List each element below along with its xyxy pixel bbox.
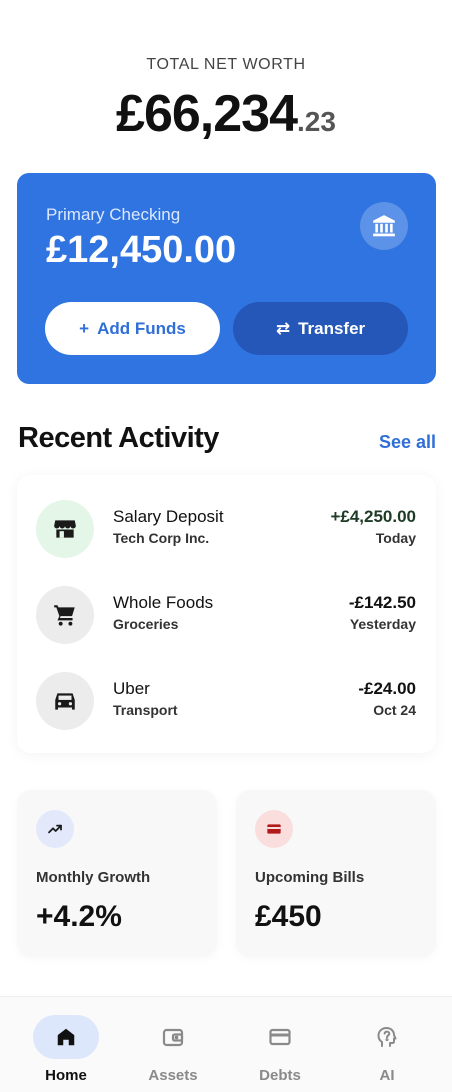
net-worth-fraction: .23 — [297, 106, 336, 137]
transfer-arrows-icon: ⇄ — [275, 318, 291, 338]
nav-item-assets[interactable]: Assets — [123, 1015, 223, 1085]
add-funds-label: Add Funds — [97, 318, 186, 338]
transaction-amount: -£24.00 — [358, 679, 416, 698]
transaction-category: Transport — [113, 702, 178, 718]
recent-activity-header: Recent Activity See all — [18, 420, 436, 460]
transfer-button[interactable]: ⇄ Transfer — [233, 302, 408, 355]
see-all-link[interactable]: See all — [379, 432, 436, 453]
cart-icon — [36, 586, 94, 644]
transaction-name: Salary Deposit — [113, 507, 224, 526]
list-item[interactable]: Whole Foods Groceries -£142.50 Yesterday — [17, 584, 436, 644]
plus-icon: + — [79, 318, 90, 338]
transaction-amount: -£142.50 — [348, 593, 416, 612]
list-item[interactable]: Salary Deposit Tech Corp Inc. +£4,250.00… — [17, 498, 436, 558]
transaction-name: Uber — [113, 679, 150, 698]
brain-icon — [354, 1015, 420, 1059]
credit-card-icon — [247, 1015, 313, 1059]
nav-label-debts: Debts — [259, 1067, 301, 1084]
transaction-category: Tech Corp Inc. — [113, 530, 210, 546]
car-icon — [36, 672, 94, 730]
transfer-label: Transfer — [298, 318, 366, 338]
add-funds-button[interactable]: + Add Funds — [45, 302, 220, 355]
store-icon — [36, 500, 94, 558]
primary-checking-card[interactable]: Primary Checking £12,450.00 + Add Funds … — [17, 173, 436, 384]
recent-activity-list: Salary Deposit Tech Corp Inc. +£4,250.00… — [17, 475, 436, 753]
net-worth-whole: £66,234 — [116, 85, 298, 143]
upcoming-bills-card[interactable]: Upcoming Bills £450 — [236, 790, 436, 957]
net-worth-label: TOTAL NET WORTH — [146, 56, 306, 73]
transaction-date: Oct 24 — [373, 702, 416, 718]
nav-item-debts[interactable]: Debts — [230, 1015, 330, 1085]
upcoming-bills-label: Upcoming Bills — [255, 869, 365, 886]
upcoming-bills-value: £450 — [255, 900, 322, 933]
card-icon — [255, 810, 293, 848]
bank-icon[interactable] — [360, 202, 408, 250]
monthly-growth-card[interactable]: Monthly Growth +4.2% — [17, 790, 217, 957]
checking-balance: £12,450.00 — [46, 229, 237, 271]
nav-item-ai[interactable]: AI — [337, 1015, 437, 1085]
home-icon — [33, 1015, 99, 1059]
monthly-growth-label: Monthly Growth — [36, 869, 151, 886]
net-worth-section: TOTAL NET WORTH £66,234.23 — [0, 56, 452, 144]
checking-label: Primary Checking — [46, 205, 181, 224]
transaction-date: Yesterday — [349, 616, 416, 632]
nav-label-ai: AI — [379, 1067, 395, 1084]
nav-label-home: Home — [45, 1067, 87, 1084]
transaction-date: Today — [375, 530, 416, 546]
monthly-growth-value: +4.2% — [36, 900, 122, 933]
recent-activity-title: Recent Activity — [18, 422, 219, 454]
wallet-icon — [140, 1015, 206, 1059]
transaction-name: Whole Foods — [113, 593, 214, 612]
nav-label-assets: Assets — [148, 1067, 198, 1084]
transaction-category: Groceries — [113, 616, 179, 632]
net-worth-value: £66,234.23 — [0, 84, 452, 144]
list-item[interactable]: Uber Transport -£24.00 Oct 24 — [17, 670, 436, 730]
trending-up-icon — [36, 810, 74, 848]
nav-item-home[interactable]: Home — [16, 1015, 116, 1085]
transaction-amount: +£4,250.00 — [330, 507, 416, 526]
bottom-nav: Home Assets Debts AI — [0, 996, 452, 1092]
